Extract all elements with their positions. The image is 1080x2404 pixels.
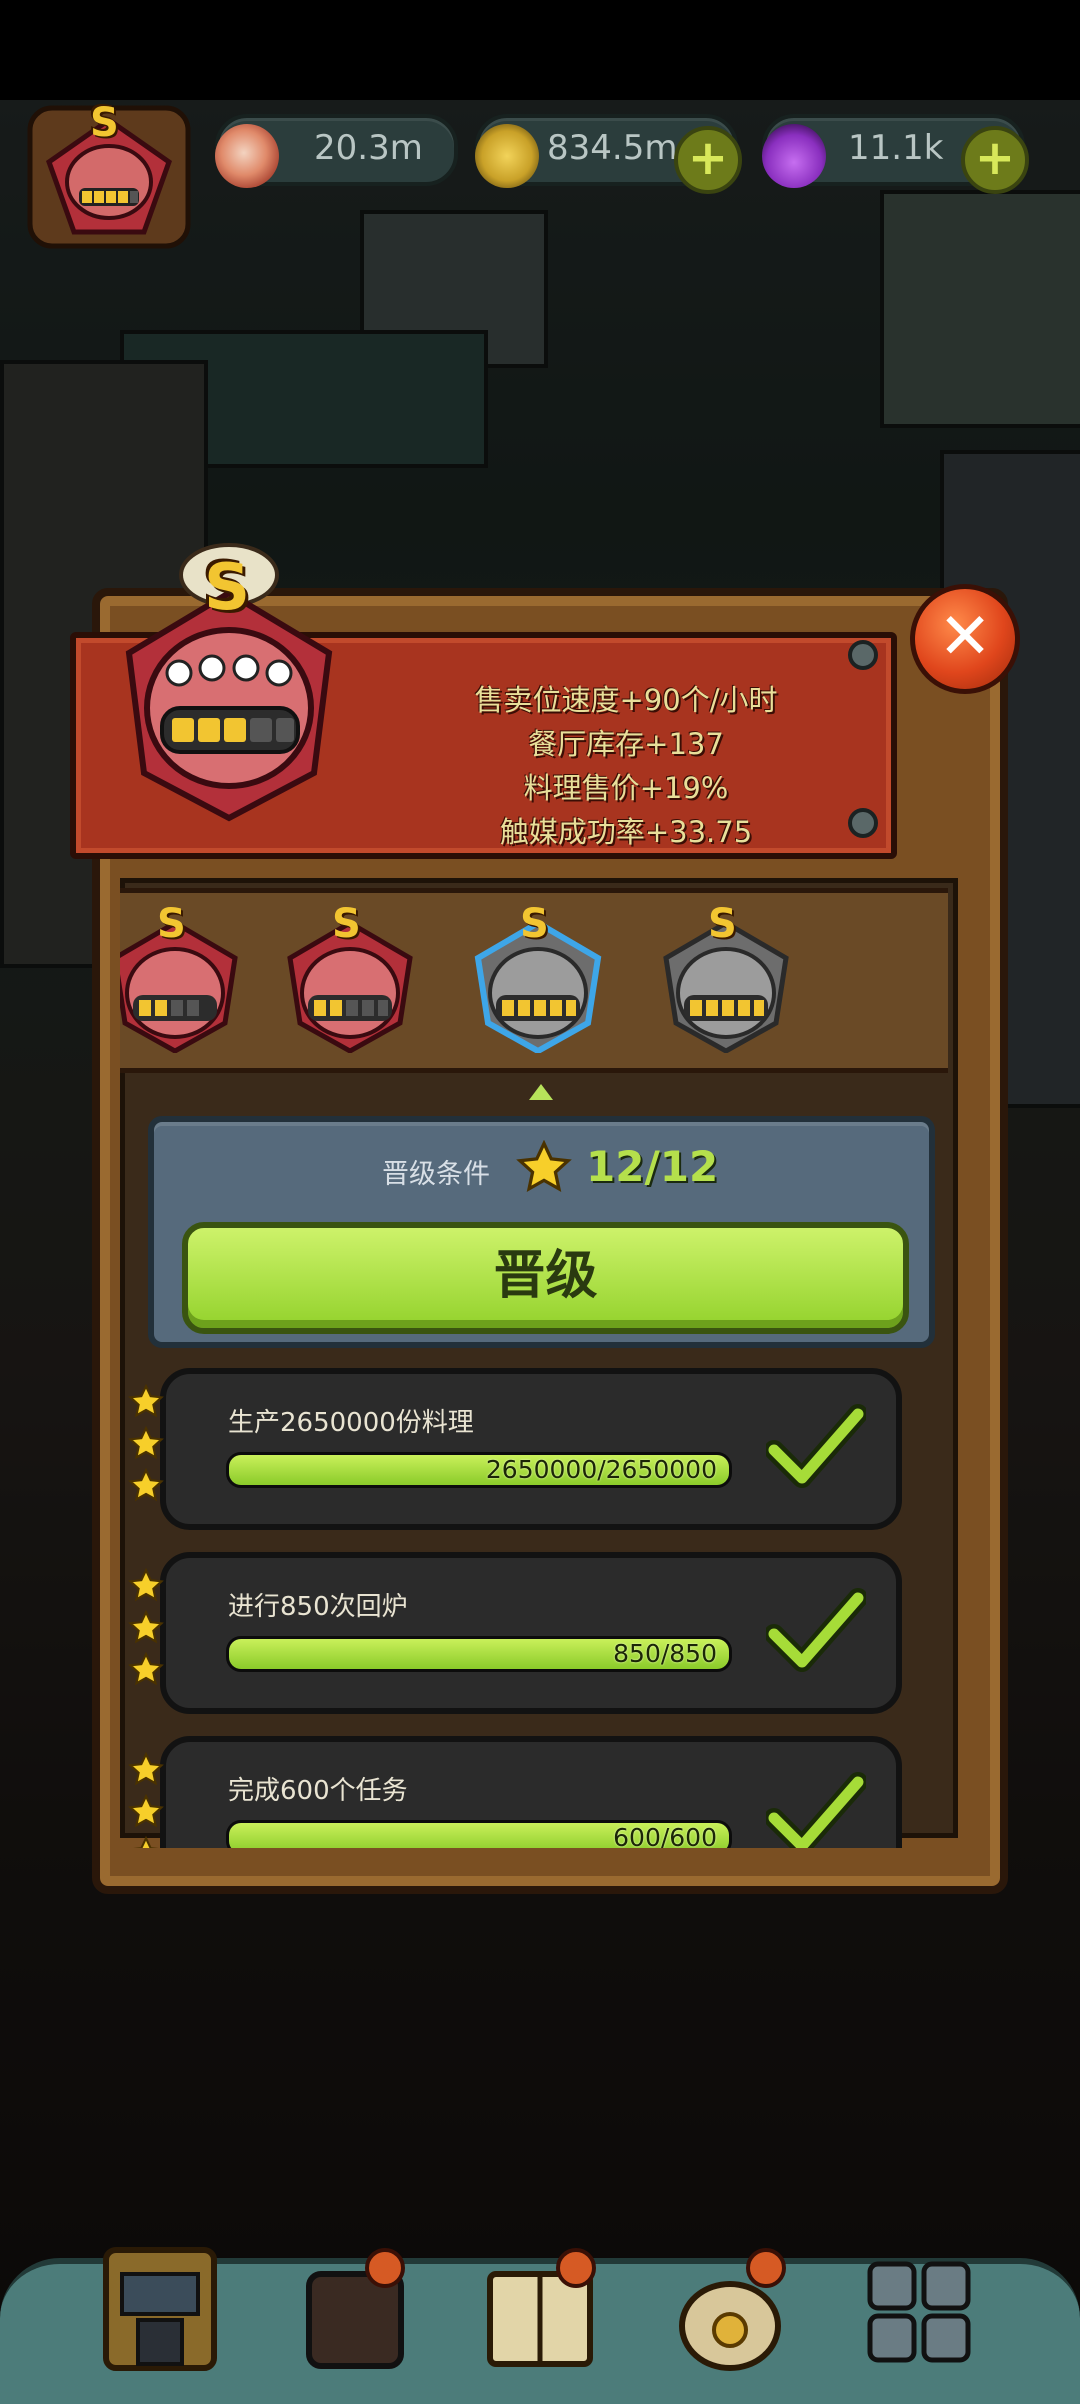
nav-menu-grid-icon[interactable] xyxy=(860,2244,980,2374)
star-icon xyxy=(128,1426,164,1460)
task-item: 生产2650000份料理 2650000/2650000 xyxy=(128,1368,902,1530)
bonus-item: 售卖位速度+90个/小时 xyxy=(474,683,778,717)
bonus-list: 售卖位速度+90个/小时 餐厅库存+137 料理售价+19% 触媒成功率+33.… xyxy=(406,678,846,854)
bonus-item: 餐厅库存+137 xyxy=(528,727,724,761)
tier-letter: S xyxy=(157,901,186,947)
eyeball-resource: 20.3m xyxy=(215,114,458,188)
task-item: 进行850次回炉 850/850 xyxy=(128,1552,902,1714)
eyeball-icon xyxy=(215,124,279,188)
coin-value: 834.5m xyxy=(547,128,678,168)
current-rank-badge: S xyxy=(114,533,344,823)
bonus-item: 触媒成功率+33.75 xyxy=(499,815,753,849)
task-progress-text: 600/600 xyxy=(613,1823,717,1848)
star-icon xyxy=(128,1652,164,1686)
tier-letter: S xyxy=(708,901,737,947)
task-title: 生产2650000份料理 xyxy=(228,1408,474,1438)
tier-badge[interactable]: S xyxy=(120,901,245,1054)
add-potion-button[interactable]: + xyxy=(961,126,1029,194)
nav-money-bag-icon[interactable] xyxy=(670,2244,790,2374)
tier-badge[interactable]: S xyxy=(280,901,420,1054)
star-icon xyxy=(128,1610,164,1644)
player-rank-letter: S xyxy=(90,100,119,146)
coin-resource: 834.5m + xyxy=(475,114,742,194)
potion-resource: 11.1k + xyxy=(762,114,1029,194)
rank-upgrade-panel: 售卖位速度+90个/小时 餐厅库存+137 料理售价+19% 触媒成功率+33.… xyxy=(70,543,1020,1894)
task-stars xyxy=(128,1384,168,1510)
nav-book-icon[interactable] xyxy=(480,2244,600,2374)
promote-button[interactable]: 晋级 xyxy=(182,1222,909,1334)
condition-label: 晋级条件 xyxy=(382,1159,490,1190)
bottom-nav xyxy=(0,2247,1080,2404)
checkmark-icon xyxy=(766,1404,866,1488)
star-icon xyxy=(128,1384,164,1418)
star-icon xyxy=(128,1468,164,1502)
tier-letter: S xyxy=(332,901,361,947)
task-progress-text: 850/850 xyxy=(613,1639,717,1668)
checkmark-icon xyxy=(766,1588,866,1672)
nav-kitchen-icon[interactable] xyxy=(295,2244,415,2374)
potion-icon xyxy=(762,124,826,188)
task-item: 完成600个任务 600/600 xyxy=(128,1736,902,1848)
task-progress-bar: 2650000/2650000 xyxy=(226,1452,732,1488)
task-progress-bar: 850/850 xyxy=(226,1636,732,1672)
task-list: 生产2650000份料理 2650000/2650000 进行850次回炉 85… xyxy=(120,1368,948,1848)
star-icon xyxy=(516,1140,572,1192)
star-icon xyxy=(133,1836,159,1848)
bonus-item: 料理售价+19% xyxy=(523,771,729,805)
player-rank-badge[interactable]: S xyxy=(24,100,194,292)
resource-bar: S 20.3m 834.5m + 11.1k + xyxy=(0,100,1080,249)
promotion-condition-box: 晋级条件 12/12 晋级 xyxy=(148,1116,935,1348)
star-icon xyxy=(128,1568,164,1602)
potion-value: 11.1k xyxy=(848,128,944,168)
add-coin-button[interactable]: + xyxy=(674,126,742,194)
bolt-icon xyxy=(848,640,878,670)
task-progress-text: 2650000/2650000 xyxy=(485,1455,717,1484)
task-progress-bar: 600/600 xyxy=(226,1820,732,1848)
checkmark-icon xyxy=(766,1772,866,1848)
tier-badge-selected[interactable]: S xyxy=(468,901,608,1055)
eyeball-value: 20.3m xyxy=(314,128,423,168)
task-stars xyxy=(128,1752,168,1848)
tier-badge[interactable]: S xyxy=(656,901,796,1054)
bolt-icon xyxy=(848,808,878,838)
task-title: 进行850次回炉 xyxy=(228,1592,408,1622)
task-stars xyxy=(128,1568,168,1694)
nav-restaurant-icon[interactable] xyxy=(100,2244,220,2374)
selected-tier-indicator xyxy=(529,1084,553,1100)
current-rank-letter: S xyxy=(204,551,251,625)
star-icon xyxy=(128,1794,164,1828)
tier-letter: S xyxy=(520,901,549,947)
task-title: 完成600个任务 xyxy=(228,1776,408,1806)
star-icon xyxy=(128,1752,164,1786)
condition-value: 12/12 xyxy=(586,1142,719,1191)
tier-selector: S S S S xyxy=(120,888,948,1073)
coin-icon xyxy=(475,124,539,188)
close-button[interactable]: ✕ xyxy=(910,584,1020,694)
